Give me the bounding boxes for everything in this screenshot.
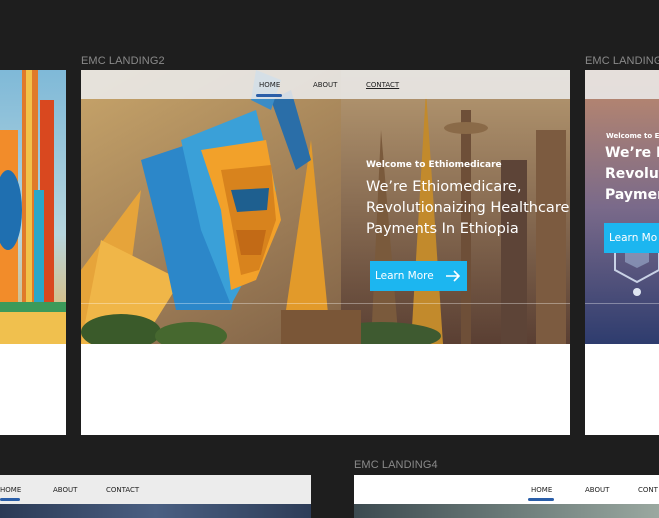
top-nav: HOME ABOUT CONTACT	[81, 70, 570, 99]
frame-title-landing2[interactable]: EMC LANDING2	[81, 55, 165, 67]
headline-line-2: Revolut	[605, 166, 659, 182]
frame-title-landing4[interactable]: EMC LANDING4	[354, 459, 438, 471]
hero-divider	[585, 303, 659, 304]
top-nav-landing3	[585, 70, 659, 99]
nav-home[interactable]: HOME	[0, 486, 21, 494]
hero-kicker-landing3: Welcome to Et	[606, 132, 659, 140]
frame-landing3-partial[interactable]: Welcome to Et We’re E Revolut Paymen Lea…	[585, 70, 659, 435]
hero-divider	[81, 303, 570, 304]
nav-contact[interactable]: CONTACT	[366, 81, 399, 89]
hero-image-strip	[354, 504, 659, 518]
arrow-right-icon	[446, 270, 461, 282]
learn-more-button[interactable]: Learn More	[370, 261, 467, 291]
learn-more-label: Learn Mo	[609, 232, 658, 244]
top-nav-landing4: HOME ABOUT CONT	[354, 475, 659, 504]
frame-landing1-partial[interactable]	[0, 70, 66, 435]
city-illustration	[0, 70, 66, 344]
nav-active-indicator	[0, 498, 20, 501]
nav-home[interactable]: HOME	[259, 81, 280, 89]
learn-more-button-landing3[interactable]: Learn Mo	[604, 223, 659, 253]
nav-contact[interactable]: CONTACT	[106, 486, 139, 494]
hero-image-strip	[0, 504, 311, 518]
nav-home[interactable]: HOME	[531, 486, 552, 494]
frame-bottom-left-partial[interactable]: HOME ABOUT CONTACT	[0, 475, 311, 518]
hero-headline-landing3: We’re E Revolut Paymen	[605, 143, 659, 206]
frame-landing4-partial[interactable]: HOME ABOUT CONT	[354, 475, 659, 518]
nav-contact[interactable]: CONT	[638, 486, 658, 494]
hero-kicker: Welcome to Ethiomedicare	[366, 160, 502, 170]
nav-about[interactable]: ABOUT	[53, 486, 77, 494]
hero-section-landing3	[585, 70, 659, 344]
frame-landing2[interactable]: HOME ABOUT CONTACT Welcome to Ethiomedic…	[81, 70, 570, 435]
nav-about[interactable]: ABOUT	[313, 81, 337, 89]
hero-image-city	[0, 70, 66, 344]
learn-more-label: Learn More	[375, 270, 434, 282]
frame-title-landing3[interactable]: EMC LANDING3	[585, 55, 659, 67]
headline-line-1: We’re E	[605, 145, 659, 161]
nav-about[interactable]: ABOUT	[585, 486, 609, 494]
nav-active-indicator	[528, 498, 554, 501]
headline-line-3: Paymen	[605, 187, 659, 203]
hero-headline: We’re Ethiomedicare, Revolutionaizing He…	[366, 179, 570, 237]
nav-active-indicator	[256, 94, 282, 97]
top-nav-bottom-left: HOME ABOUT CONTACT	[0, 475, 311, 504]
